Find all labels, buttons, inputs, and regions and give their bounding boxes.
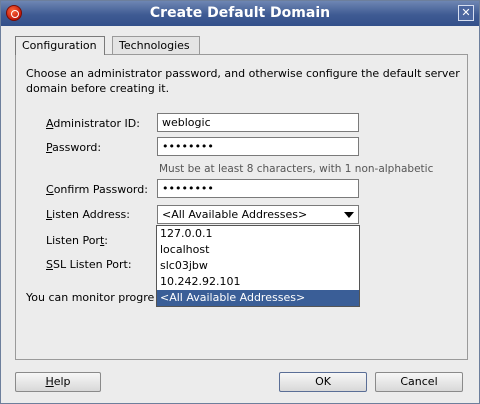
cancel-button[interactable]: Cancel: [375, 372, 463, 392]
dropdown-option[interactable]: 10.242.92.101: [157, 274, 359, 290]
dropdown-option-selected[interactable]: <All Available Addresses>: [157, 290, 359, 306]
title-bar[interactable]: Create Default Domain ✕: [1, 1, 479, 26]
tab-configuration[interactable]: Configuration: [15, 36, 105, 55]
help-button[interactable]: Help: [15, 372, 101, 392]
listen-port-label: Listen Port:: [46, 234, 109, 247]
dropdown-option[interactable]: slc03jbw: [157, 258, 359, 274]
ok-button[interactable]: OK: [279, 372, 367, 392]
listen-address-combo[interactable]: <All Available Addresses>: [157, 205, 359, 224]
window-title: Create Default Domain: [149, 5, 331, 21]
dropdown-option[interactable]: 127.0.0.1: [157, 226, 359, 242]
monitor-text: You can monitor progre: [26, 291, 155, 304]
close-button[interactable]: ✕: [458, 5, 474, 21]
password-field[interactable]: ••••••••: [157, 137, 359, 156]
dialog-window: Create Default Domain ✕ Configuration Te…: [0, 0, 480, 404]
chevron-down-icon[interactable]: [344, 212, 354, 218]
tab-technologies[interactable]: Technologies: [112, 36, 200, 54]
listen-address-value: <All Available Addresses>: [162, 208, 308, 221]
dropdown-option[interactable]: localhost: [157, 242, 359, 258]
ssl-listen-port-label: SSL Listen Port:: [46, 258, 132, 271]
close-icon: ✕: [461, 6, 471, 19]
admin-id-field[interactable]: weblogic: [157, 113, 359, 132]
listen-address-label: Listen Address:: [46, 208, 130, 221]
password-label: Password:: [46, 141, 102, 154]
admin-id-label: Administrator ID:: [46, 117, 140, 130]
listen-address-dropdown: 127.0.0.1 localhost slc03jbw 10.242.92.1…: [156, 225, 360, 307]
password-hint: Must be at least 8 characters, with 1 no…: [159, 163, 434, 175]
intro-text: Choose an administrator password, and ot…: [26, 67, 460, 95]
confirm-password-label: Confirm Password:: [46, 183, 148, 196]
confirm-password-field[interactable]: ••••••••: [157, 179, 359, 198]
